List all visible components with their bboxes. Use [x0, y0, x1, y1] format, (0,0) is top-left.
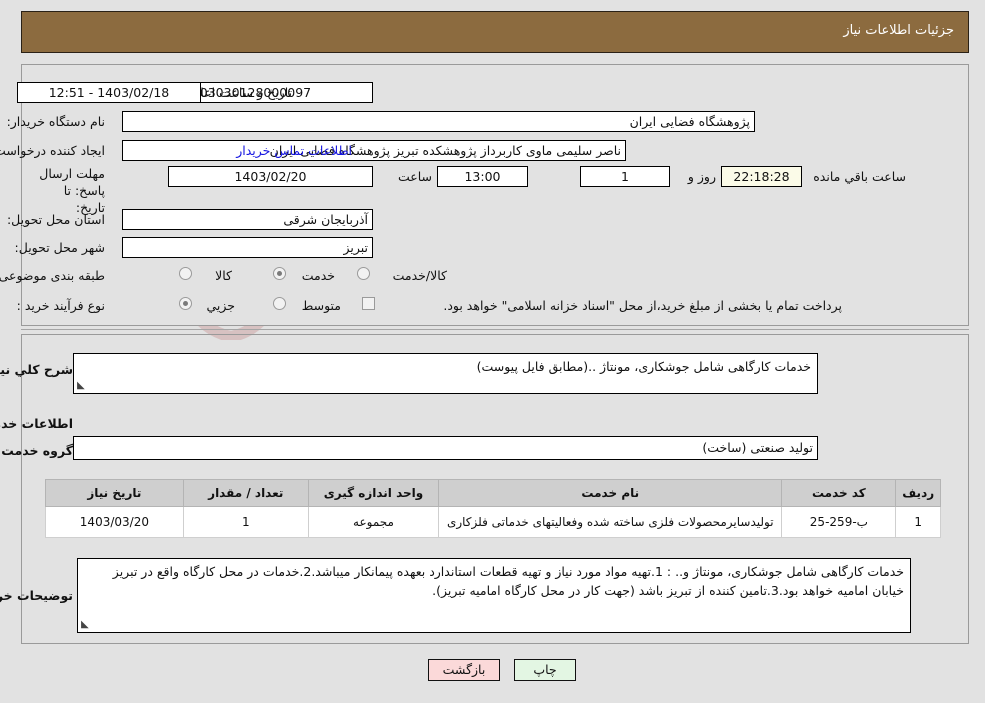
- th-code: کد خدمت: [781, 479, 897, 507]
- buyer-notes-label: توضیحات خریدار:: [0, 588, 73, 603]
- service-group-value: تولید صنعتی (ساخت): [73, 436, 818, 460]
- buyer-org-label: نام دستگاه خریدار:: [6, 114, 105, 129]
- back-button[interactable]: بازگشت: [428, 659, 500, 681]
- countdown-label: ساعت باقي مانده: [813, 169, 906, 184]
- radio-category-kala[interactable]: [179, 267, 192, 280]
- cell-row: 1: [895, 506, 941, 538]
- need-summary-value: خدمات کارگاهی شامل جوشکاری، مونتاژ ..(مط…: [476, 359, 811, 374]
- buyer-org-value: پژوهشگاه فضایی ایران: [122, 111, 755, 132]
- table-header-row: ردیف کد خدمت نام خدمت واحد اندازه گیری ت…: [45, 479, 941, 507]
- buyer-notes-textarea[interactable]: خدمات کارگاهی شامل جوشکاری، مونتاژ و.. :…: [77, 558, 911, 633]
- table-row: 1 ب-259-25 تولیدسایرمحصولات فلزی ساخته ش…: [45, 506, 941, 538]
- th-date: تاریخ نیاز: [45, 479, 184, 507]
- checkbox-treasury-docs[interactable]: [362, 297, 375, 310]
- radio-process-motavaset[interactable]: [273, 297, 286, 310]
- th-unit: واحد اندازه گیری: [307, 479, 440, 507]
- cell-unit: مجموعه: [307, 506, 440, 538]
- services-table: ردیف کد خدمت نام خدمت واحد اندازه گیری ت…: [45, 479, 941, 538]
- print-button[interactable]: چاپ: [514, 659, 576, 681]
- remaining-days-value: 1: [580, 166, 670, 187]
- radio-process-motavaset-label[interactable]: متوسط: [302, 298, 341, 313]
- remaining-days-label: روز و: [687, 169, 716, 184]
- treasury-docs-note: پرداخت تمام یا بخشی از مبلغ خرید،از محل …: [443, 298, 842, 313]
- page-title: جزئیات اطلاعات نیاز: [843, 23, 954, 38]
- delivery-province-label: استان محل تحویل:: [6, 212, 105, 227]
- deadline-date-value: 1403/02/20: [168, 166, 373, 187]
- purchase-process-label: نوع فرآیند خرید :: [16, 298, 105, 313]
- deadline-hour-value: 13:00: [437, 166, 528, 187]
- delivery-city-label: شهر محل تحویل:: [14, 240, 105, 255]
- request-creator-value: ناصر سلیمی ماوی کاربرداز پژوهشکده تبریز …: [122, 140, 626, 161]
- radio-process-jozee[interactable]: [179, 297, 192, 310]
- deadline-hour-label: ساعت: [397, 169, 432, 184]
- request-creator-label: ایجاد کننده درخواست:: [0, 143, 105, 158]
- th-name: نام خدمت: [438, 479, 783, 507]
- radio-category-khedmat-label[interactable]: خدمت: [302, 268, 335, 283]
- service-group-label: گروه خدمت:: [0, 443, 73, 458]
- buyer-contact-link[interactable]: اطلاعات تماس خریدار: [236, 143, 352, 158]
- deadline-label: مهلت ارسال پاسخ: تا تاریخ:: [39, 166, 105, 215]
- th-row: ردیف: [895, 479, 941, 507]
- cell-qty: 1: [182, 506, 309, 538]
- th-qty: تعداد / مقدار: [182, 479, 309, 507]
- delivery-city-value: تبریز: [122, 237, 373, 258]
- radio-category-kala-khedmat-label[interactable]: کالا/خدمت: [393, 268, 447, 283]
- page-title-bar: جزئیات اطلاعات نیاز: [21, 11, 969, 53]
- cell-date: 1403/03/20: [45, 506, 184, 538]
- radio-category-kala-label[interactable]: کالا: [215, 268, 232, 283]
- announce-datetime-value: 1403/02/18 - 12:51: [17, 82, 201, 103]
- services-section-title: اطلاعات خدمات مورد نیاز: [0, 416, 73, 431]
- radio-category-khedmat[interactable]: [273, 267, 286, 280]
- cell-name: تولیدسایرمحصولات فلزی ساخته شده وفعالیته…: [438, 506, 783, 538]
- countdown-value: 22:18:28: [721, 166, 802, 187]
- resize-grip-icon[interactable]: ◢: [77, 380, 87, 391]
- need-info-panel: [21, 64, 969, 326]
- resize-grip-icon-notes[interactable]: ◢: [81, 619, 91, 630]
- need-summary-label: شرح کلي نياز:: [0, 362, 73, 377]
- subject-category-label: طبقه بندی موضوعی:: [0, 268, 105, 283]
- need-summary-textarea[interactable]: خدمات کارگاهی شامل جوشکاری، مونتاژ ..(مط…: [73, 353, 818, 394]
- radio-process-jozee-label[interactable]: جزیي: [206, 298, 235, 313]
- buyer-notes-value: خدمات کارگاهی شامل جوشکاری، مونتاژ و.. :…: [112, 564, 904, 598]
- section-divider: [21, 329, 969, 330]
- radio-category-kala-khedmat[interactable]: [357, 267, 370, 280]
- delivery-province-value: آذربایجان شرقی: [122, 209, 373, 230]
- page-root: ArtaTender.net جزئیات اطلاعات نیاز شماره…: [0, 0, 985, 703]
- cell-code: ب-259-25: [781, 506, 897, 538]
